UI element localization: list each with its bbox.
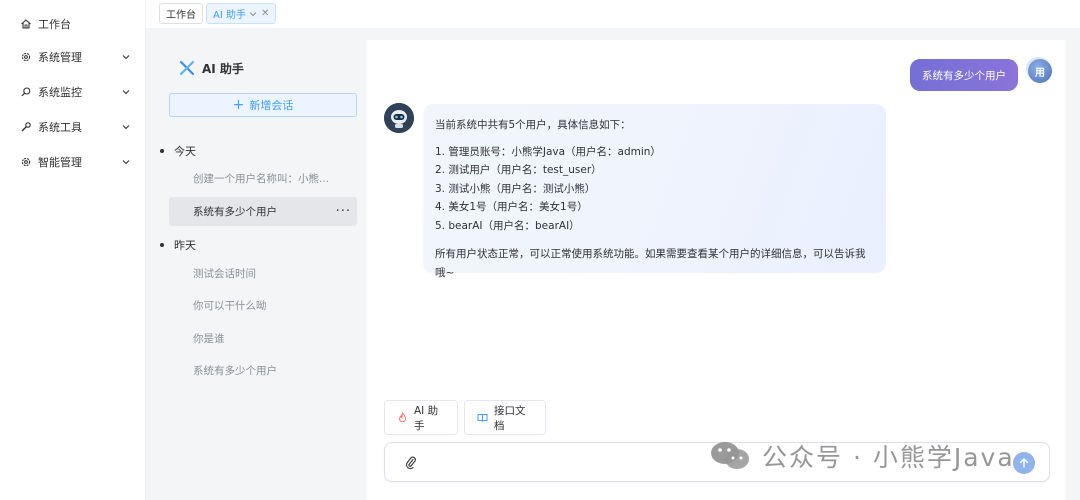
group-yesterday: 昨天 xyxy=(160,237,196,253)
tab-label: AI 助手 xyxy=(213,10,246,21)
new-session-button[interactable]: + 新增会话 xyxy=(169,93,357,117)
tab-workbench[interactable]: 工作台 xyxy=(159,3,203,24)
session-panel: AI 助手 + 新增会话 今天 创建一个用户名称叫：小熊... 系统有多少个用户… xyxy=(146,40,366,500)
session-item-label: 系统有多少个用户 xyxy=(193,365,277,377)
user-message-bubble: 系统有多少个用户 xyxy=(910,59,1018,91)
gear-icon xyxy=(20,156,32,168)
chip-label: AI 助手 xyxy=(414,404,439,432)
chat-message-input[interactable] xyxy=(425,451,985,475)
sidebar-nav: 工作台 系统管理 系统监控 系统工具 智能管理 xyxy=(0,0,146,500)
quick-chip-api-docs[interactable]: 接口文档 xyxy=(464,400,546,435)
nav-item-system-management[interactable]: 系统管理 xyxy=(0,45,146,69)
nav-item-label: 系统管理 xyxy=(38,51,82,64)
ai-logo-icon xyxy=(178,59,196,77)
home-icon xyxy=(20,18,32,30)
session-item-label: 你是谁 xyxy=(193,333,225,345)
bot-list-item: 1. 管理员账号：小熊学Java（用户名：admin） xyxy=(435,145,661,158)
bot-message-bubble: 当前系统中共有5个用户，具体信息如下： 1. 管理员账号：小熊学Java（用户名… xyxy=(423,104,886,279)
user-message-text: 系统有多少个用户 xyxy=(922,69,1006,82)
session-item[interactable]: 你是谁 xyxy=(169,324,357,353)
bullet-icon xyxy=(160,243,164,247)
nav-item-smart-management[interactable]: 智能管理 xyxy=(0,150,146,174)
nav-item-workbench[interactable]: 工作台 xyxy=(0,12,146,36)
paperclip-icon[interactable] xyxy=(405,456,417,470)
session-item[interactable]: 创建一个用户名称叫：小熊... xyxy=(169,164,357,193)
bot-list-item: 3. 测试小熊（用户名：测试小熊） xyxy=(435,182,596,195)
bot-intro-text: 当前系统中共有5个用户，具体信息如下： xyxy=(435,119,631,131)
nav-item-label: 智能管理 xyxy=(38,156,82,169)
tab-bar: 工作台 AI 助手 ✕ xyxy=(146,0,1080,28)
user-avatar[interactable]: 用 xyxy=(1028,59,1052,83)
wrench-icon xyxy=(20,121,32,133)
session-header: AI 助手 xyxy=(178,59,244,77)
bullet-icon xyxy=(160,149,164,153)
tab-ai-assistant[interactable]: AI 助手 ✕ xyxy=(206,3,277,24)
chevron-down-icon[interactable] xyxy=(249,10,257,18)
session-item-label: 创建一个用户名称叫：小熊... xyxy=(193,173,330,185)
chevron-down-icon xyxy=(122,53,130,61)
session-panel-title: AI 助手 xyxy=(202,61,244,76)
new-session-label: 新增会话 xyxy=(249,99,294,112)
quick-chip-ai-assistant[interactable]: AI 助手 xyxy=(384,400,458,435)
nav-item-label: 系统工具 xyxy=(38,121,82,134)
nav-item-label: 工作台 xyxy=(38,18,71,31)
book-icon xyxy=(477,412,488,423)
group-label: 今天 xyxy=(174,145,196,158)
bot-list-item: 2. 测试用户（用户名：test_user） xyxy=(435,164,602,176)
session-item[interactable]: 测试会话时间 xyxy=(169,259,357,288)
chip-label: 接口文档 xyxy=(494,404,526,432)
more-options-icon[interactable]: ··· xyxy=(336,204,351,219)
search-icon xyxy=(20,86,32,98)
session-item[interactable]: 你可以干什么呦 xyxy=(169,291,357,320)
chevron-down-icon xyxy=(122,88,130,96)
chevron-down-icon xyxy=(122,158,130,166)
user-avatar-text: 用 xyxy=(1035,67,1045,79)
nav-item-label: 系统监控 xyxy=(38,86,82,99)
bot-list-item: 4. 美女1号（用户名：美女1号） xyxy=(435,201,588,213)
session-item-label: 你可以干什么呦 xyxy=(193,300,267,312)
robot-icon xyxy=(384,103,414,133)
fire-icon xyxy=(397,412,408,423)
plus-icon: + xyxy=(232,97,245,113)
bot-list-item: 5. bearAI（用户名：bearAI） xyxy=(435,219,580,232)
group-today: 今天 xyxy=(160,143,196,159)
group-label: 昨天 xyxy=(174,239,196,252)
session-item-active[interactable]: 系统有多少个用户 ··· xyxy=(169,197,357,226)
send-button[interactable] xyxy=(1013,452,1035,474)
chat-area: 系统有多少个用户 用 当前系统中共有5个用户，具体信息如下： 1. 管理员账号：… xyxy=(366,40,1066,500)
close-icon[interactable]: ✕ xyxy=(261,8,269,19)
send-icon xyxy=(1019,458,1029,468)
session-item-label: 测试会话时间 xyxy=(193,268,256,280)
tab-label: 工作台 xyxy=(166,10,196,21)
chevron-down-icon xyxy=(122,123,130,131)
nav-item-system-tools[interactable]: 系统工具 xyxy=(0,115,146,139)
session-item-label: 系统有多少个用户 xyxy=(193,206,277,218)
gear-icon xyxy=(20,51,32,63)
session-item[interactable]: 系统有多少个用户 xyxy=(169,356,357,385)
bot-outro-text: 所有用户状态正常，可以正常使用系统功能。如果需要查看某个用户的详细信息，可以告诉… xyxy=(435,248,866,279)
chat-input-box xyxy=(384,442,1050,482)
nav-item-system-monitor[interactable]: 系统监控 xyxy=(0,80,146,104)
bot-avatar xyxy=(384,103,414,133)
